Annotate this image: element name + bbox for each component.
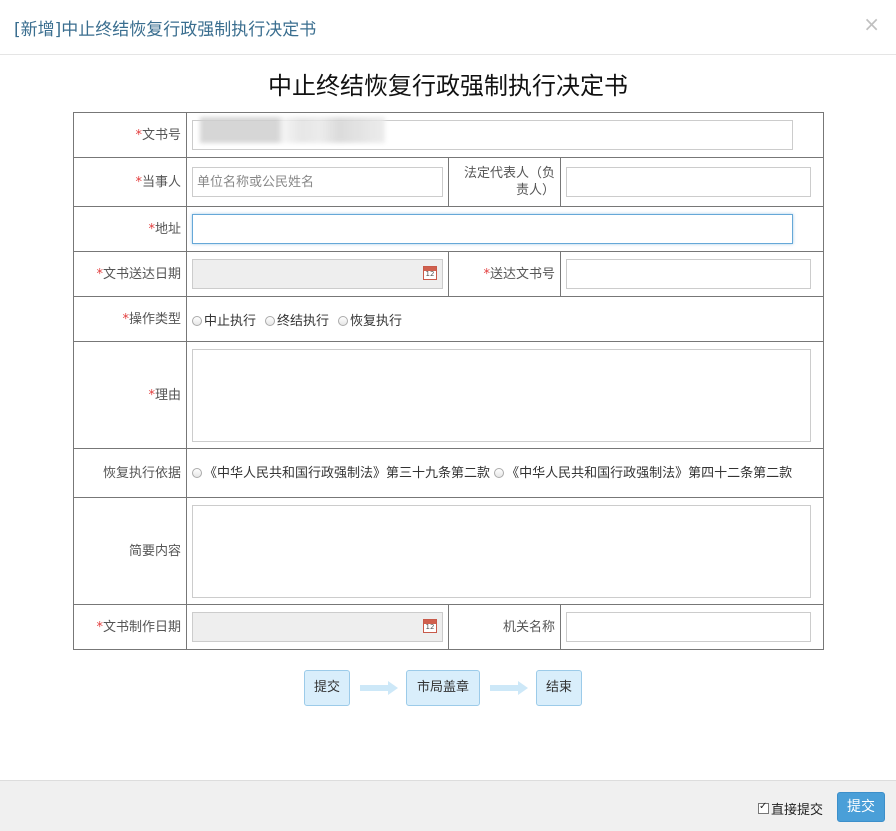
modal-title: [新增]中止终结恢复行政强制执行决定书	[14, 20, 317, 40]
arrow-right-icon	[490, 681, 528, 695]
operation-type-radio-group: 中止执行 终结执行 恢复执行	[192, 310, 818, 329]
reason-label: *理由	[73, 341, 187, 449]
delivery-doc-number-input[interactable]	[566, 259, 811, 289]
summary-textarea[interactable]	[192, 504, 811, 598]
delivery-doc-number-label: *送达文书号	[448, 251, 561, 297]
workflow-steps: 提交 市局盖章 结束	[0, 670, 896, 708]
arrow-right-icon	[360, 681, 398, 695]
radio-icon[interactable]	[192, 467, 202, 478]
resume-basis-label: 恢复执行依据	[73, 448, 187, 498]
legal-rep-label: 法定代表人（负责人）	[448, 157, 561, 207]
redacted-doc-number	[200, 117, 385, 143]
decision-form: *文书号 *当事人 法定代表人（负责人） *地址 *文书送达日期 *送达文书号 …	[73, 112, 824, 650]
resume-basis-radio-group: 《中华人民共和国行政强制法》第三十九条第二款 《中华人民共和国行政强制法》第四十…	[186, 448, 824, 498]
close-icon[interactable]: ×	[863, 14, 880, 34]
delivery-date-input[interactable]	[192, 259, 443, 289]
checkbox-checked-icon[interactable]	[758, 801, 769, 814]
agency-name-label: 机关名称	[448, 604, 561, 650]
calendar-icon[interactable]	[423, 619, 437, 633]
doc-number-label: *文书号	[73, 112, 187, 158]
radio-icon[interactable]	[338, 315, 349, 326]
address-input[interactable]	[192, 214, 793, 244]
workflow-step-submit: 提交	[304, 670, 350, 706]
delivery-date-label: *文书送达日期	[73, 251, 187, 297]
radio-icon[interactable]	[494, 467, 505, 478]
address-label: *地址	[73, 206, 187, 252]
party-input[interactable]	[192, 167, 443, 197]
radio-option-resume[interactable]: 恢复执行	[338, 310, 402, 329]
document-title: 中止终结恢复行政强制执行决定书	[268, 72, 628, 100]
radio-icon[interactable]	[265, 315, 276, 326]
reason-textarea[interactable]	[192, 348, 811, 442]
agency-name-input[interactable]	[566, 612, 811, 642]
summary-label: 简要内容	[73, 497, 187, 605]
direct-submit-checkbox[interactable]: 直接提交	[758, 799, 823, 818]
radio-option-suspend[interactable]: 中止执行	[192, 310, 256, 329]
radio-option-basis-42[interactable]: 《中华人民共和国行政强制法》第四十二条第二款	[494, 466, 792, 481]
calendar-icon[interactable]	[423, 266, 437, 280]
legal-rep-input[interactable]	[566, 167, 811, 197]
workflow-step-stamp: 市局盖章	[406, 670, 480, 706]
modal-header: [新增]中止终结恢复行政强制执行决定书 ×	[0, 0, 896, 55]
radio-icon[interactable]	[192, 315, 202, 326]
modal-footer: 直接提交 提交	[0, 780, 896, 831]
creation-date-label: *文书制作日期	[73, 604, 187, 650]
creation-date-input[interactable]	[192, 612, 443, 642]
operation-type-label: *操作类型	[73, 296, 187, 342]
radio-option-basis-39[interactable]: 《中华人民共和国行政强制法》第三十九条第二款	[192, 466, 490, 481]
radio-option-terminate[interactable]: 终结执行	[265, 310, 329, 329]
submit-button[interactable]: 提交	[837, 792, 885, 822]
workflow-step-end: 结束	[536, 670, 582, 706]
party-label: *当事人	[73, 157, 187, 207]
